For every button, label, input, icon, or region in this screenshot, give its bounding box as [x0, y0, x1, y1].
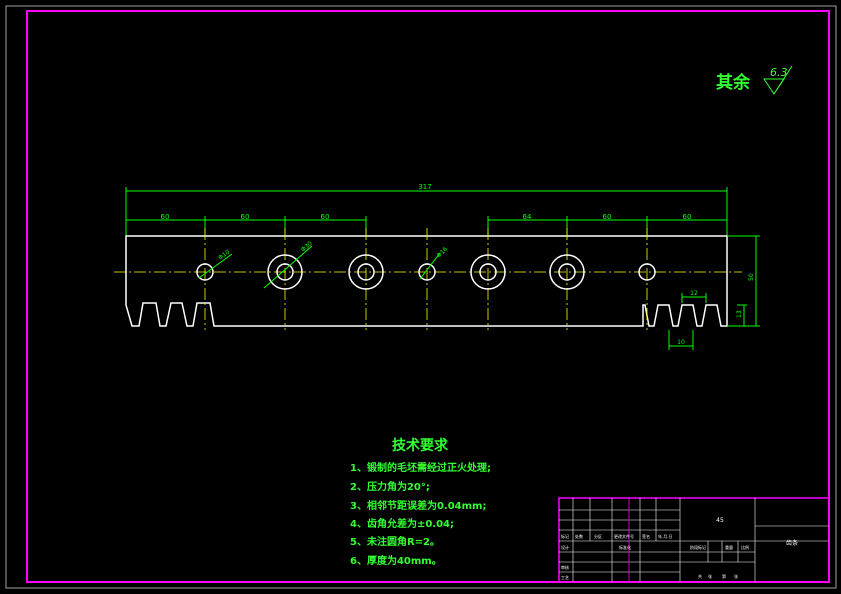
tech-req-item-6: 6、厚度为40mm。	[350, 554, 442, 567]
tb-header-3: 更改文件号	[614, 533, 634, 539]
tooth-dimensions	[668, 293, 707, 350]
tb-sub-4: 比例	[741, 544, 749, 550]
tech-req-item-4: 4、齿角允差为±0.04;	[350, 517, 454, 530]
height-dimensions	[727, 235, 760, 327]
tb-header-4: 签名	[642, 533, 650, 539]
tech-requirements: 技术要求 1、锻制的毛坯需经过正火处理; 2、压力角为20°; 3、相邻节距误差…	[350, 437, 491, 567]
tb-header-5: 年.月.日	[658, 533, 673, 539]
overall-dimension-text: 317	[418, 183, 431, 191]
tb-row-4: 工艺	[561, 575, 569, 580]
tb-row-2: 设计	[561, 544, 569, 550]
tech-req-item-1: 1、锻制的毛坯需经过正火处理;	[350, 461, 491, 474]
tb-header-2: 分区	[594, 533, 602, 539]
segment-dim-2: 60	[241, 213, 250, 221]
segment-dim-3: 60	[321, 213, 330, 221]
roughness-note: 其余 6.3	[716, 65, 793, 95]
tech-req-item-5: 5、未注圆角R=2。	[350, 535, 440, 548]
roughness-label: 其余	[716, 72, 751, 93]
segment-dim-6: 60	[683, 213, 692, 221]
height-total-text: 50	[748, 273, 755, 281]
tb-bottom-3: 第	[722, 573, 726, 579]
tb-row-3: 审核	[561, 564, 569, 570]
tb-header-1: 处数	[575, 533, 583, 539]
tb-bottom-4: 张	[734, 573, 738, 579]
tech-req-item-3: 3、相邻节距误差为0.04mm;	[350, 499, 486, 512]
inner-frame	[26, 10, 830, 583]
overall-dimension	[125, 187, 728, 236]
segment-dim-4: 64	[523, 213, 532, 221]
rack-outline	[125, 235, 728, 327]
tech-req-item-2: 2、压力角为20°;	[350, 480, 430, 493]
height-tooth-text: 13	[736, 310, 743, 318]
tb-bottom-2: 张	[708, 573, 712, 579]
segment-dim-1: 60	[161, 213, 170, 221]
segment-dimensions	[126, 216, 727, 236]
tech-req-title: 技术要求	[392, 437, 449, 454]
tb-sub-2: 阶段标记	[690, 544, 706, 550]
segment-dim-5: 60	[603, 213, 612, 221]
tb-sub-3: 重量	[725, 544, 733, 550]
title-material: 45	[716, 517, 724, 524]
hole-mid-dia: Φ16	[435, 246, 449, 260]
tb-row-1: 标记	[561, 533, 569, 539]
title-part-name: 齿条	[786, 539, 798, 547]
tooth-pitch-text: 12	[690, 290, 698, 297]
hole-big-dia: Φ30	[300, 240, 314, 253]
tb-sub-1: 标准化	[619, 544, 631, 550]
drawing-canvas: 其余 6.3 317 60 60 60 64 60 60 Φ10 Φ30 Φ16…	[5, 5, 837, 589]
tooth-base-text: 10	[677, 339, 685, 346]
title-block: 45 齿条 处数 分区 更改文件号 签名 年.月.日 标记 设计 审核 工艺 标…	[558, 497, 830, 583]
tb-bottom-1: 共	[698, 573, 702, 579]
hole-leaders	[198, 245, 441, 289]
